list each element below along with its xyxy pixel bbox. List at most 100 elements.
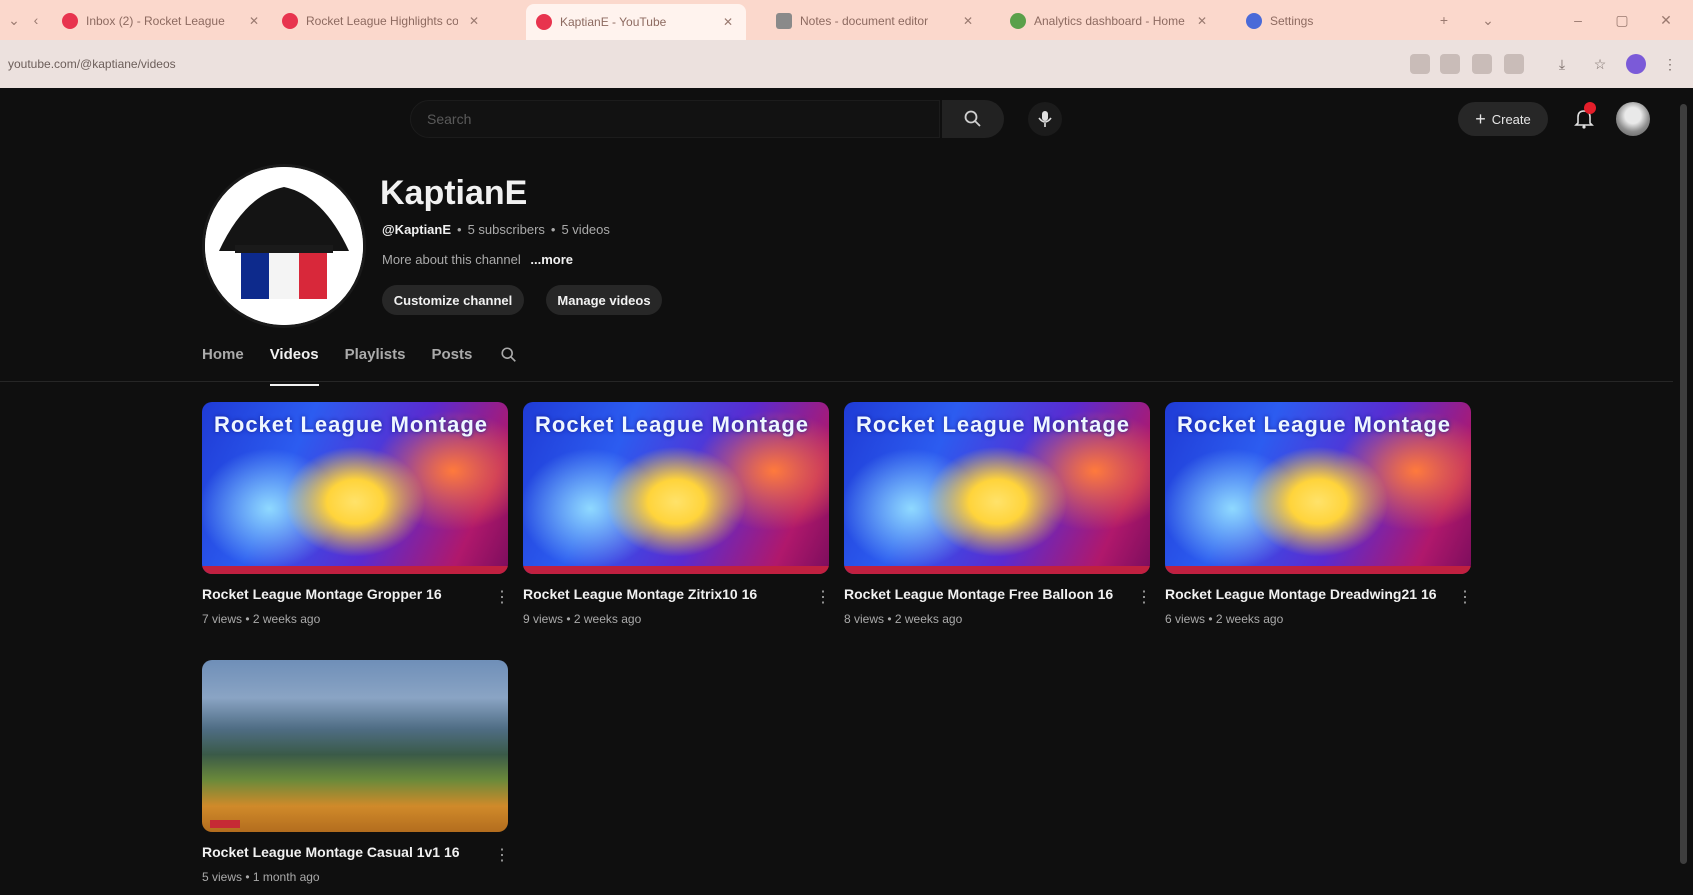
thumbnail-text: Rocket League Montage: [1177, 412, 1452, 437]
tab-posts[interactable]: Posts: [431, 338, 472, 378]
close-icon[interactable]: ✕: [960, 14, 976, 28]
channel-description[interactable]: More about this channel ...more: [382, 252, 573, 267]
close-icon[interactable]: ✕: [466, 14, 482, 28]
more-actions-icon[interactable]: ⋮: [1136, 588, 1152, 608]
extension-icon[interactable]: [1440, 54, 1460, 74]
video-thumbnail[interactable]: Rocket League Montage: [844, 402, 1150, 574]
more-actions-icon[interactable]: ⋮: [494, 588, 510, 608]
tab-favicon-icon: [62, 13, 78, 29]
browser-tab-bar: ⌄ ‹ Inbox (2) - Rocket League ✕ Rocket L…: [0, 0, 1693, 40]
video-card[interactable]: Rocket League Montage Rocket League Mont…: [844, 402, 1152, 626]
browser-menu-icon[interactable]: ⋮: [1660, 54, 1680, 74]
search-icon: [501, 347, 517, 362]
thumbnail-strip: [523, 566, 829, 574]
video-thumbnail[interactable]: Rocket League Montage: [1165, 402, 1471, 574]
manage-videos-button[interactable]: Manage videos: [546, 285, 662, 315]
tab-list-icon[interactable]: ⌄: [1476, 8, 1500, 32]
tabs-divider: [0, 381, 1673, 382]
tab-favicon-icon: [1010, 13, 1026, 29]
download-icon[interactable]: ⤓: [1552, 54, 1572, 74]
maximize-icon[interactable]: ▢: [1610, 8, 1634, 32]
video-card[interactable]: Rocket League Montage Rocket League Mont…: [523, 402, 831, 626]
youtube-header: Search + Create: [0, 88, 1693, 144]
channel-search-button[interactable]: [498, 344, 520, 366]
channel-meta: @KaptianE • 5 subscribers • 5 videos: [382, 222, 610, 237]
tab-title: Settings: [1270, 14, 1314, 28]
browser-address-bar: youtube.com/@kaptiane/videos ⤓ ☆ ⋮: [0, 40, 1693, 88]
plus-icon: +: [1475, 109, 1486, 129]
meta-separator: •: [457, 222, 462, 237]
channel-avatar[interactable]: [202, 164, 366, 328]
window-close-icon[interactable]: ✕: [1654, 8, 1678, 32]
close-icon[interactable]: ✕: [1194, 14, 1210, 28]
thumbnail-strip: [210, 820, 240, 828]
url-input[interactable]: youtube.com/@kaptiane/videos: [4, 50, 1384, 78]
minimize-icon[interactable]: –: [1566, 8, 1590, 32]
extension-icon[interactable]: [1504, 54, 1524, 74]
notification-badge: [1584, 102, 1596, 114]
tab-search-icon[interactable]: ⌄: [2, 8, 26, 32]
channel-title: KaptianE: [380, 174, 528, 212]
thumbnail-strip: [202, 566, 508, 574]
video-card[interactable]: Rocket League Montage Rocket League Mont…: [1165, 402, 1473, 626]
meta-separator: •: [550, 222, 556, 237]
more-actions-icon[interactable]: ⋮: [1457, 588, 1473, 608]
scrollbar-thumb[interactable]: [1680, 104, 1687, 864]
video-meta: 9 views • 2 weeks ago: [523, 612, 642, 626]
video-meta: 8 views • 2 weeks ago: [844, 612, 963, 626]
profile-icon[interactable]: [1626, 54, 1646, 74]
tab-back-icon[interactable]: ‹: [24, 8, 48, 32]
account-avatar[interactable]: [1616, 102, 1650, 136]
close-icon[interactable]: ✕: [720, 15, 736, 29]
description-more-link[interactable]: ...more: [530, 252, 573, 267]
video-thumbnail[interactable]: Rocket League Montage: [202, 402, 508, 574]
channel-tabs: Home Videos Playlists Posts: [202, 338, 520, 386]
extension-icon[interactable]: [1472, 54, 1492, 74]
browser-tab-5[interactable]: Analytics dashboard - Home ✕: [1000, 6, 1220, 36]
browser-tab-6[interactable]: Settings: [1236, 6, 1356, 36]
browser-tab-1[interactable]: Inbox (2) - Rocket League ✕: [52, 6, 272, 36]
thumbnail-text: Rocket League Montage: [214, 412, 489, 437]
thumbnail-text: Rocket League Montage: [535, 412, 810, 437]
tab-title: Inbox (2) - Rocket League: [86, 14, 225, 28]
browser-tab-2[interactable]: Rocket League Highlights compilation ✕: [272, 6, 492, 36]
customize-channel-button[interactable]: Customize channel: [382, 285, 524, 315]
search-icon: [964, 110, 981, 127]
tab-playlists[interactable]: Playlists: [345, 338, 406, 378]
browser-tab-3-active[interactable]: KaptianE - YouTube ✕: [526, 4, 746, 40]
video-title[interactable]: Rocket League Montage Free Balloon 16: [844, 586, 1124, 602]
video-thumbnail[interactable]: Rocket League Montage: [523, 402, 829, 574]
pirate-hat-flag-icon: [205, 167, 363, 325]
video-meta: 6 views • 2 weeks ago: [1165, 612, 1284, 626]
browser-tab-4[interactable]: Notes - document editor ✕: [766, 6, 986, 36]
tab-favicon-icon: [282, 13, 298, 29]
extension-icon[interactable]: [1410, 54, 1430, 74]
new-tab-icon[interactable]: +: [1432, 8, 1456, 32]
thumbnail-strip: [1165, 566, 1471, 574]
voice-search-button[interactable]: [1028, 102, 1062, 136]
thumbnail-text: Rocket League Montage: [856, 412, 1131, 437]
tab-home[interactable]: Home: [202, 338, 244, 378]
video-title[interactable]: Rocket League Montage Zitrix10 16: [523, 586, 803, 602]
more-actions-icon[interactable]: ⋮: [815, 588, 831, 608]
channel-handle: @KaptianE: [382, 222, 452, 237]
microphone-icon: [1038, 111, 1052, 127]
description-text: More about this channel: [382, 252, 521, 267]
search-button[interactable]: [942, 100, 1004, 138]
tab-videos[interactable]: Videos: [269, 338, 319, 386]
tab-title: Notes - document editor: [800, 14, 929, 28]
bookmark-icon[interactable]: ☆: [1590, 54, 1610, 74]
video-title[interactable]: Rocket League Montage Dreadwing21 16: [1165, 586, 1445, 602]
create-button[interactable]: + Create: [1458, 102, 1548, 136]
search-input[interactable]: Search: [410, 100, 940, 138]
video-title[interactable]: Rocket League Montage Gropper 16: [202, 586, 482, 602]
video-thumbnail[interactable]: [202, 660, 508, 832]
video-title[interactable]: Rocket League Montage Casual 1v1 16: [202, 844, 482, 860]
video-card[interactable]: Rocket League Montage Casual 1v1 16 5 vi…: [202, 660, 510, 884]
tab-title: KaptianE - YouTube: [560, 15, 667, 29]
more-actions-icon[interactable]: ⋮: [494, 846, 510, 866]
tab-favicon-icon: [776, 13, 792, 29]
close-icon[interactable]: ✕: [246, 14, 262, 28]
video-card[interactable]: Rocket League Montage Rocket League Mont…: [202, 402, 510, 626]
tab-title: Rocket League Highlights compilation: [306, 14, 458, 28]
